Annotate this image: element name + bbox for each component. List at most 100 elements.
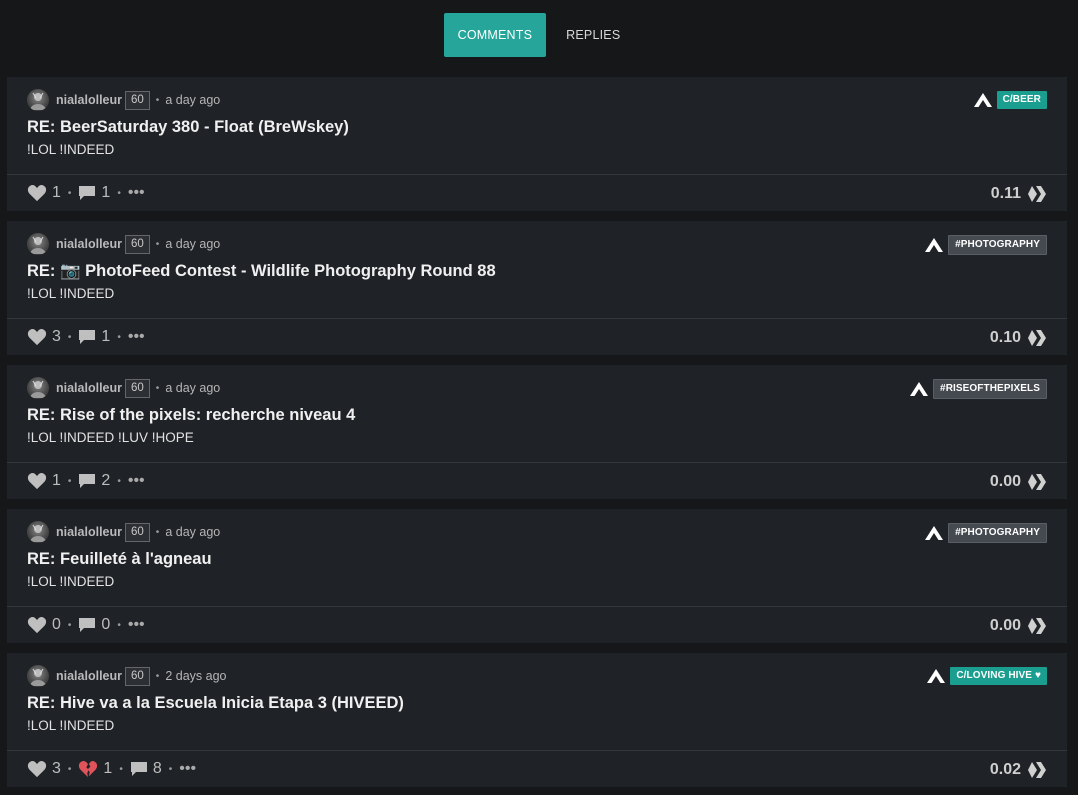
reply-stat[interactable]: 8 bbox=[130, 760, 162, 778]
reply-count: 1 bbox=[101, 328, 111, 345]
comment-body: !LOL !INDEED bbox=[27, 142, 115, 157]
heart-icon bbox=[27, 184, 47, 202]
community-tag[interactable]: #PHOTOGRAPHY bbox=[948, 523, 1047, 543]
more-options-icon[interactable]: ••• bbox=[128, 616, 145, 634]
separator-dot: • bbox=[155, 670, 160, 682]
tab-comments[interactable]: COMMENTS bbox=[443, 13, 547, 57]
dislike-stat[interactable]: 1 bbox=[78, 760, 112, 778]
comment-stats: 1 • 1 • ••• bbox=[27, 184, 145, 202]
payout[interactable]: 0.10 bbox=[990, 319, 1047, 356]
like-stat[interactable]: 1 bbox=[27, 472, 61, 490]
payout-value: 0.10 bbox=[989, 328, 1021, 346]
comment-title[interactable]: RE: Feuilleté à l'agneau bbox=[27, 550, 1047, 572]
more-options-icon[interactable]: ••• bbox=[128, 472, 145, 490]
comment-body: !LOL !INDEED bbox=[27, 718, 115, 733]
community-logo-icon[interactable] bbox=[926, 668, 946, 684]
tab-replies[interactable]: REPLIES bbox=[552, 13, 634, 57]
payout[interactable]: 0.00 bbox=[990, 607, 1047, 644]
like-count: 3 bbox=[52, 328, 61, 345]
separator-dot: • bbox=[67, 763, 72, 775]
comment-stats: 3 • 1 • 8 • ••• bbox=[27, 760, 196, 778]
hive-logo-icon bbox=[1027, 617, 1047, 635]
more-options-icon[interactable]: ••• bbox=[179, 760, 196, 778]
post-time[interactable]: a day ago bbox=[165, 237, 220, 251]
like-stat[interactable]: 0 bbox=[27, 616, 61, 634]
reply-count: 1 bbox=[101, 184, 111, 201]
comment-body: !LOL !INDEED bbox=[27, 286, 115, 301]
more-options-icon[interactable]: ••• bbox=[128, 328, 145, 346]
author-name[interactable]: nialalolleur bbox=[56, 93, 122, 107]
comment-footer: 3 • 1 • 8 • ••• 0.02 bbox=[7, 750, 1067, 787]
comment-stats: 0 • 0 • ••• bbox=[27, 616, 145, 634]
more-options-icon[interactable]: ••• bbox=[128, 184, 145, 202]
comment-bubble-icon bbox=[78, 473, 96, 489]
like-stat[interactable]: 1 bbox=[27, 184, 61, 202]
comment-body: !LOL !INDEED !LUV !HOPE bbox=[27, 430, 194, 445]
comment-footer: 0 • 0 • ••• 0.00 bbox=[7, 606, 1067, 643]
community-tag[interactable]: #PHOTOGRAPHY bbox=[948, 235, 1047, 255]
separator-dot: • bbox=[117, 475, 121, 487]
separator-dot: • bbox=[67, 619, 72, 631]
comment-meta: nialalolleur 60 • a day ago bbox=[27, 377, 1047, 399]
community-logo-icon[interactable] bbox=[973, 92, 993, 108]
separator-dot: • bbox=[155, 94, 160, 106]
post-time[interactable]: a day ago bbox=[165, 525, 220, 539]
reputation-badge: 60 bbox=[125, 666, 150, 686]
like-stat[interactable]: 3 bbox=[27, 328, 61, 346]
community-logo-icon[interactable] bbox=[924, 237, 944, 253]
community-tag[interactable]: C/LOVING HIVE ♥ bbox=[950, 667, 1047, 685]
avatar[interactable] bbox=[27, 521, 49, 543]
payout[interactable]: 0.11 bbox=[991, 175, 1047, 212]
hive-logo-icon bbox=[1027, 185, 1047, 203]
author-name[interactable]: nialalolleur bbox=[56, 669, 122, 683]
reputation-badge: 60 bbox=[125, 90, 150, 110]
post-time[interactable]: a day ago bbox=[165, 381, 220, 395]
avatar[interactable] bbox=[27, 89, 49, 111]
comment-footer: 3 • 1 • ••• 0.10 bbox=[7, 318, 1067, 355]
author-name[interactable]: nialalolleur bbox=[56, 525, 122, 539]
comment-title[interactable]: RE: Rise of the pixels: recherche niveau… bbox=[27, 406, 1047, 428]
author-name[interactable]: nialalolleur bbox=[56, 381, 122, 395]
hive-logo-icon bbox=[1027, 761, 1047, 779]
community-tag[interactable]: C/BEER bbox=[996, 91, 1047, 109]
comment-footer: 1 • 2 • ••• 0.00 bbox=[7, 462, 1067, 499]
author-name[interactable]: nialalolleur bbox=[56, 237, 122, 251]
payout-value: 0.00 bbox=[989, 472, 1021, 490]
heart-icon bbox=[27, 616, 47, 634]
reply-stat[interactable]: 1 bbox=[78, 184, 110, 202]
reputation-badge: 60 bbox=[125, 522, 150, 542]
tab-bar: COMMENTS REPLIES bbox=[0, 0, 1078, 70]
avatar[interactable] bbox=[27, 233, 49, 255]
comment-bubble-icon bbox=[78, 329, 96, 345]
separator-dot: • bbox=[67, 331, 72, 343]
comment-card: nialalolleur 60 • a day ago #RISEOFTHEPI… bbox=[7, 365, 1067, 499]
heart-icon bbox=[27, 760, 47, 778]
comment-title[interactable]: RE: 📷 PhotoFeed Contest - Wildlife Photo… bbox=[27, 262, 1047, 284]
community-info: C/LOVING HIVE ♥ bbox=[926, 667, 1047, 685]
post-time[interactable]: a day ago bbox=[165, 93, 220, 107]
post-time[interactable]: 2 days ago bbox=[165, 669, 226, 683]
payout[interactable]: 0.02 bbox=[990, 751, 1047, 788]
comment-bubble-icon bbox=[78, 617, 96, 633]
reply-stat[interactable]: 2 bbox=[78, 472, 110, 490]
payout[interactable]: 0.00 bbox=[990, 463, 1047, 500]
community-info: #PHOTOGRAPHY bbox=[924, 523, 1047, 543]
reply-count: 0 bbox=[101, 616, 111, 633]
avatar[interactable] bbox=[27, 377, 49, 399]
reply-stat[interactable]: 1 bbox=[78, 328, 110, 346]
community-logo-icon[interactable] bbox=[909, 381, 929, 397]
community-tag[interactable]: #RISEOFTHEPIXELS bbox=[933, 379, 1047, 399]
separator-dot: • bbox=[67, 187, 72, 199]
avatar[interactable] bbox=[27, 665, 49, 687]
reply-stat[interactable]: 0 bbox=[78, 616, 110, 634]
comment-card: nialalolleur 60 • a day ago C/BEER RE: B… bbox=[7, 77, 1067, 211]
comment-bubble-icon bbox=[130, 761, 148, 777]
community-logo-icon[interactable] bbox=[924, 525, 944, 541]
comment-title[interactable]: RE: Hive va a la Escuela Inicia Etapa 3 … bbox=[27, 694, 1047, 716]
separator-dot: • bbox=[168, 763, 173, 775]
like-count: 3 bbox=[52, 760, 61, 777]
comment-title[interactable]: RE: BeerSaturday 380 - Float (BreWskey) bbox=[27, 118, 1047, 140]
comment-stats: 3 • 1 • ••• bbox=[27, 328, 145, 346]
payout-value: 0.00 bbox=[989, 616, 1021, 634]
like-stat[interactable]: 3 bbox=[27, 760, 61, 778]
